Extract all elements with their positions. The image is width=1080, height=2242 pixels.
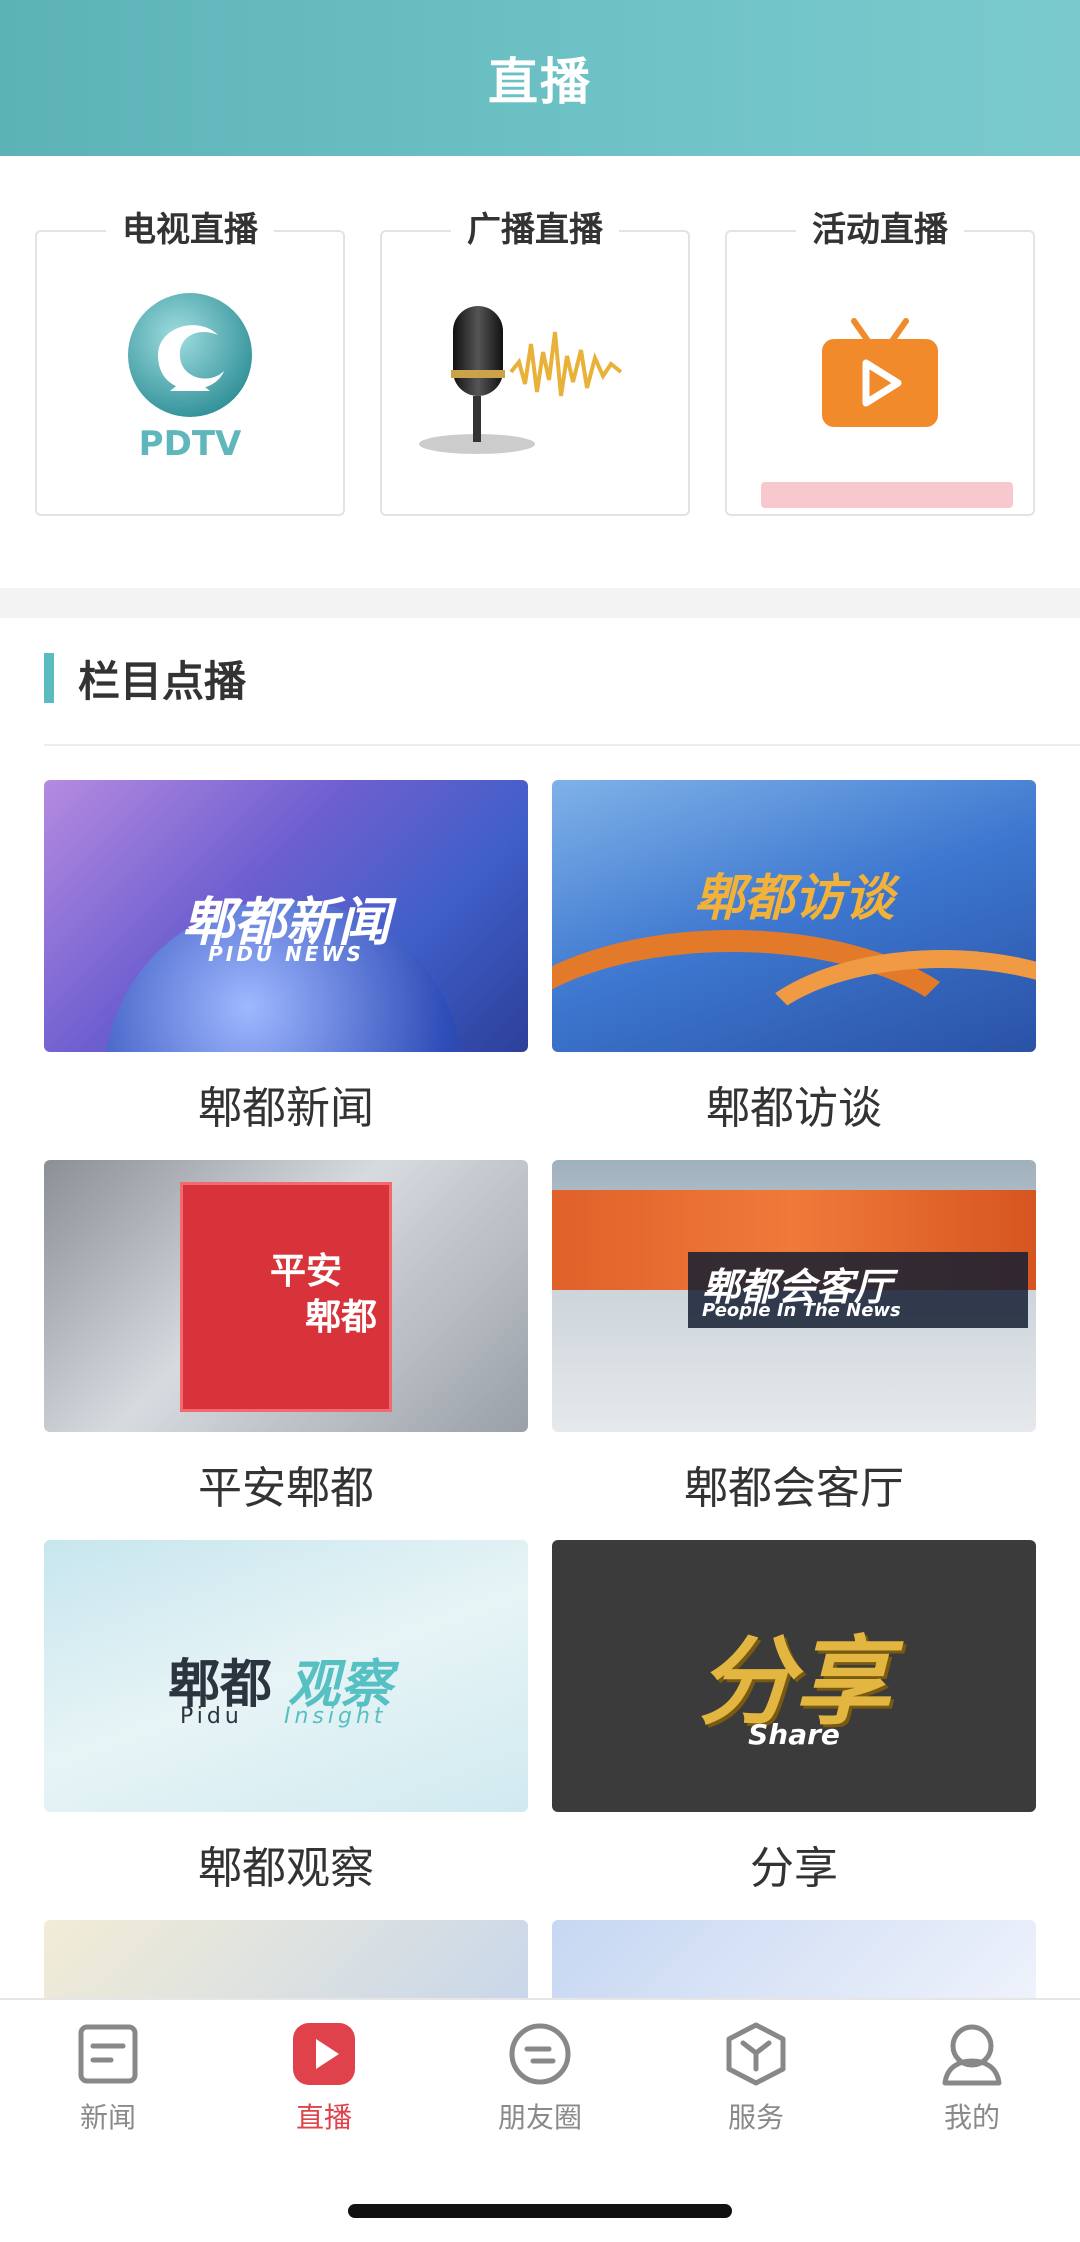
profile-icon xyxy=(936,2018,1008,2090)
program-thumbnail: 郫都 观察 Pidu Insight xyxy=(44,1540,528,1812)
tv-live-label: 电视直播 xyxy=(106,202,274,251)
program-tile-pidu-interview[interactable]: 郫都访谈 郫都访谈 xyxy=(552,780,1036,1136)
radio-live-label: 广播直播 xyxy=(451,202,619,251)
svg-text:PDTV: PDTV xyxy=(139,424,242,464)
pdtv-logo: PDTV xyxy=(37,282,343,472)
tab-friends-circle[interactable]: 朋友圈 xyxy=(432,2018,648,2138)
program-label: 分享 xyxy=(750,1843,838,1894)
section-accent-bar xyxy=(44,653,54,703)
top-bar: 直播 xyxy=(0,0,1080,156)
tab-profile[interactable]: 我的 xyxy=(864,2018,1080,2138)
program-thumbnail: 平安 郫都 xyxy=(44,1160,528,1432)
program-label: 郫都观察 xyxy=(198,1843,374,1894)
event-live-card[interactable]: 活动直播 xyxy=(725,202,1035,516)
program-thumbnail: 郫都新闻 PIDU NEWS xyxy=(44,780,528,1052)
news-icon xyxy=(72,2018,144,2090)
live-play-icon xyxy=(288,2018,360,2090)
event-play-icon xyxy=(727,282,1033,472)
program-thumbnail: 分享 Share xyxy=(552,1540,1036,1812)
section-underline xyxy=(44,744,1080,746)
program-label: 郫都会客厅 xyxy=(684,1463,904,1514)
microphone-icon xyxy=(382,282,688,472)
home-indicator[interactable] xyxy=(348,2204,732,2218)
tv-live-card[interactable]: 电视直播 PDTV xyxy=(35,202,345,516)
program-tile-safe-pidu[interactable]: 平安 郫都 平安郫都 xyxy=(44,1160,528,1516)
program-tile-share[interactable]: 分享 Share 分享 xyxy=(552,1540,1036,1896)
program-thumbnail xyxy=(44,1920,528,1998)
program-tile-pidu-insight[interactable]: 郫都 观察 Pidu Insight 郫都观察 xyxy=(44,1540,528,1896)
service-box-icon xyxy=(720,2018,792,2090)
section-title: 栏目点播 xyxy=(78,656,247,706)
page-title: 直播 xyxy=(488,53,592,111)
friends-circle-icon xyxy=(504,2018,576,2090)
program-thumbnail: 郫都会客厅 People In The News xyxy=(552,1160,1036,1432)
program-tile-pidu-lounge[interactable]: 郫都会客厅 People In The News 郫都会客厅 xyxy=(552,1160,1036,1516)
program-thumbnail: 郫都访谈 xyxy=(552,780,1036,1052)
event-blur-bar xyxy=(761,482,1013,508)
program-tile-pidu-news[interactable]: 郫都新闻 PIDU NEWS 郫都新闻 xyxy=(44,780,528,1136)
program-label: 郫都访谈 xyxy=(706,1083,882,1134)
live-channel-row: 电视直播 PDTV 广播直播 活动直播 xyxy=(0,202,1080,518)
radio-live-card[interactable]: 广播直播 xyxy=(380,202,690,516)
program-thumbnail xyxy=(552,1920,1036,1998)
tab-service[interactable]: 服务 xyxy=(648,2018,864,2138)
program-label: 郫都新闻 xyxy=(198,1083,374,1134)
section-header: 栏目点播 xyxy=(44,650,246,706)
event-live-label: 活动直播 xyxy=(796,202,964,251)
program-tile-partial-right[interactable] xyxy=(552,1920,1036,1998)
program-label: 平安郫都 xyxy=(198,1463,374,1514)
program-tile-partial-left[interactable] xyxy=(44,1920,528,1998)
section-divider xyxy=(0,588,1080,618)
tab-live[interactable]: 直播 xyxy=(216,2018,432,2138)
tab-news[interactable]: 新闻 xyxy=(0,2018,216,2138)
